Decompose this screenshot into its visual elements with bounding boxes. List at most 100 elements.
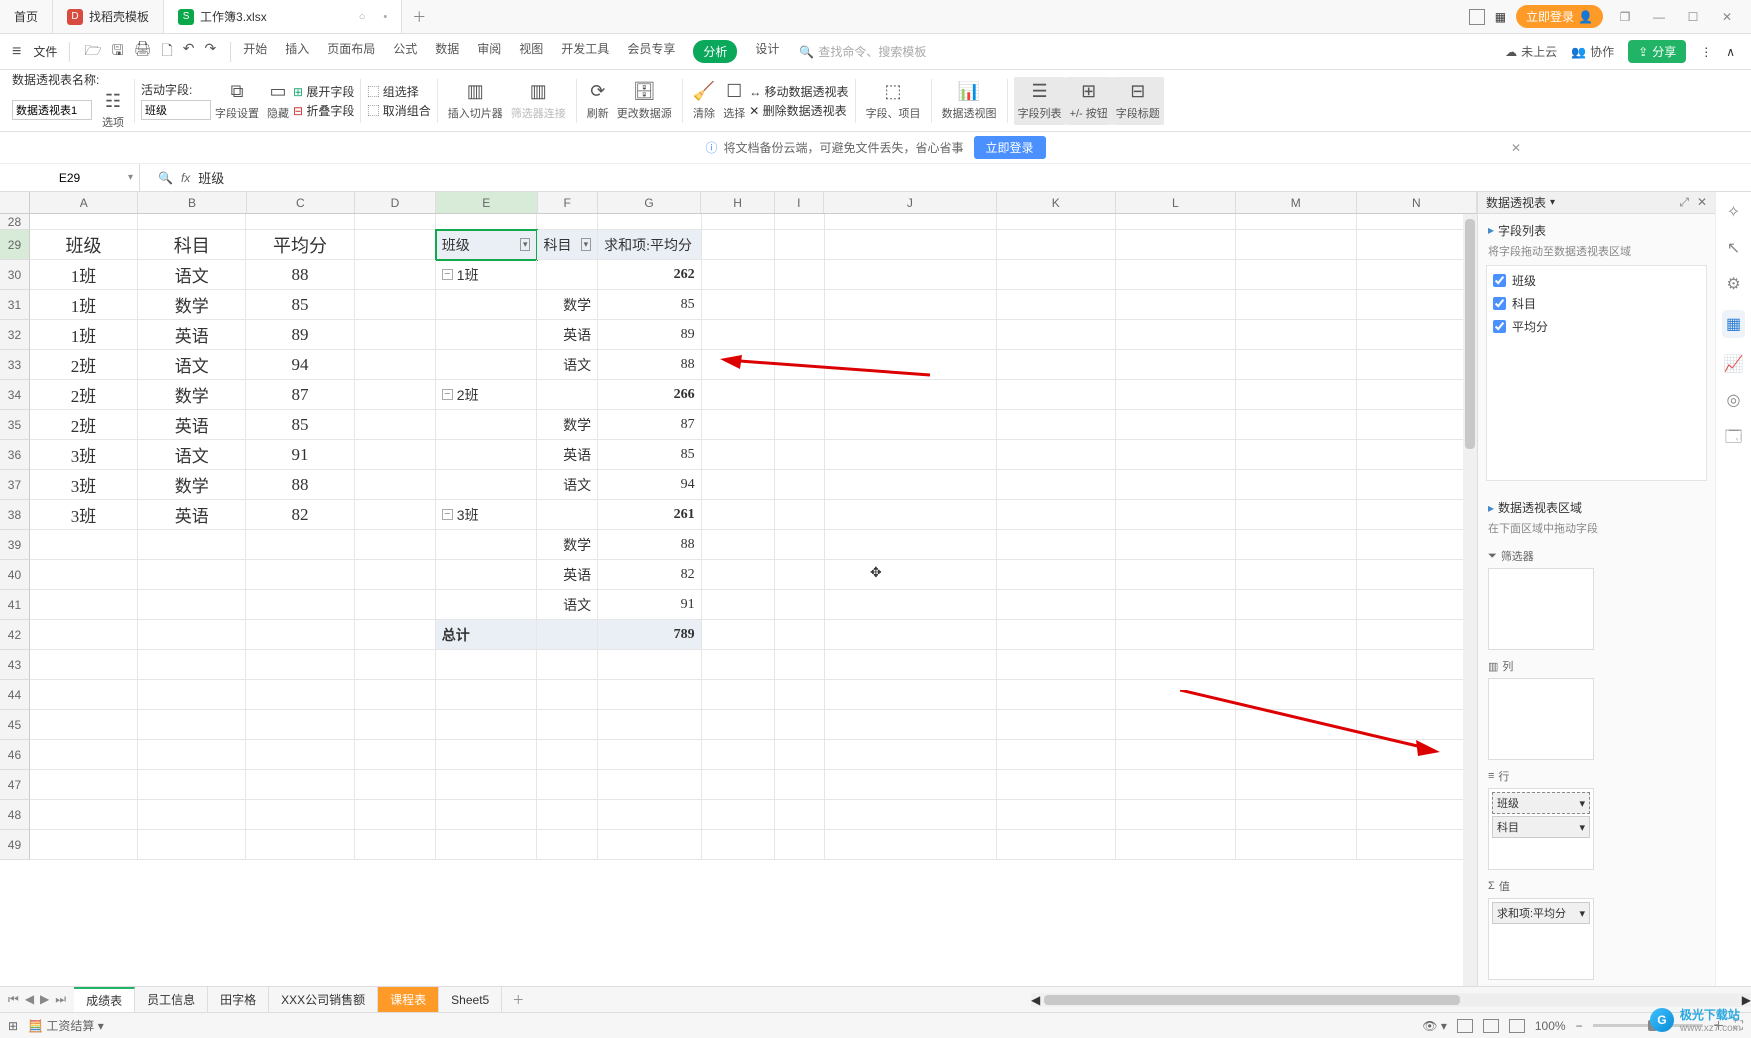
cell[interactable] bbox=[537, 680, 598, 710]
banner-login-button[interactable]: 立即登录 bbox=[974, 136, 1046, 159]
cell[interactable] bbox=[702, 440, 776, 470]
cell[interactable]: 语文 bbox=[138, 350, 246, 380]
cell[interactable] bbox=[246, 710, 354, 740]
cell[interactable] bbox=[138, 830, 246, 860]
formula-content[interactable]: 班级 bbox=[198, 168, 224, 187]
sheet-tab-4[interactable]: XXX公司销售额 bbox=[269, 987, 378, 1012]
cell[interactable] bbox=[825, 320, 998, 350]
cell[interactable]: 英语 bbox=[537, 560, 598, 590]
panel-pin-icon[interactable]: ⤢ bbox=[1679, 195, 1689, 210]
menu-start[interactable]: 开始 bbox=[243, 40, 267, 63]
row-header[interactable]: 37 bbox=[0, 470, 30, 500]
cell[interactable] bbox=[1357, 440, 1477, 470]
cell[interactable] bbox=[1236, 470, 1356, 500]
cell[interactable] bbox=[436, 530, 538, 560]
cell[interactable] bbox=[775, 830, 824, 860]
cell[interactable] bbox=[138, 800, 246, 830]
pvt-name-input[interactable] bbox=[12, 100, 92, 120]
name-box-dropdown-icon[interactable]: ▾ bbox=[128, 172, 133, 183]
cell[interactable] bbox=[355, 590, 436, 620]
view-break-icon[interactable] bbox=[1509, 1019, 1525, 1033]
cell[interactable]: 85 bbox=[598, 440, 702, 470]
cell[interactable] bbox=[1116, 380, 1236, 410]
cell[interactable]: 语文 bbox=[537, 590, 598, 620]
vertical-scrollbar[interactable] bbox=[1463, 214, 1477, 986]
banner-close-icon[interactable]: ✕ bbox=[1511, 141, 1521, 155]
cell[interactable]: 数学 bbox=[537, 410, 598, 440]
row-header[interactable]: 31 bbox=[0, 290, 30, 320]
cell[interactable] bbox=[997, 620, 1116, 650]
cell[interactable] bbox=[355, 230, 436, 260]
cell[interactable] bbox=[825, 350, 998, 380]
expand-field-button[interactable]: ⊞ 展开字段 bbox=[293, 83, 354, 100]
sheet-add-button[interactable]: ＋ bbox=[502, 991, 534, 1008]
cell[interactable] bbox=[1116, 500, 1236, 530]
cell[interactable] bbox=[537, 800, 598, 830]
cell[interactable] bbox=[1357, 650, 1477, 680]
sheet-tab-1[interactable]: 成绩表 bbox=[74, 987, 135, 1012]
cell[interactable] bbox=[1357, 680, 1477, 710]
cell[interactable] bbox=[1116, 214, 1236, 230]
collapse-icon[interactable]: − bbox=[442, 269, 453, 280]
cell[interactable]: 82 bbox=[598, 560, 702, 590]
cell[interactable] bbox=[1357, 500, 1477, 530]
cell[interactable] bbox=[355, 620, 436, 650]
cell[interactable] bbox=[702, 380, 776, 410]
insert-slicer-button[interactable]: ▥插入切片器 bbox=[444, 81, 507, 121]
col-header-J[interactable]: J bbox=[824, 192, 997, 213]
cell[interactable] bbox=[997, 830, 1116, 860]
cell[interactable] bbox=[1236, 620, 1356, 650]
cell[interactable] bbox=[598, 214, 702, 230]
cell[interactable] bbox=[775, 500, 824, 530]
cell[interactable]: 91 bbox=[598, 590, 702, 620]
cell[interactable]: 科目 bbox=[138, 230, 246, 260]
cell[interactable]: 1班 bbox=[30, 290, 138, 320]
cell[interactable] bbox=[1357, 560, 1477, 590]
cell[interactable] bbox=[1116, 230, 1236, 260]
cell[interactable] bbox=[1236, 680, 1356, 710]
cell[interactable] bbox=[997, 470, 1116, 500]
cell[interactable] bbox=[825, 560, 998, 590]
cell[interactable] bbox=[537, 500, 598, 530]
cell[interactable] bbox=[1116, 830, 1236, 860]
collapse-icon[interactable]: − bbox=[442, 389, 453, 400]
cell[interactable]: 91 bbox=[246, 440, 354, 470]
cell[interactable] bbox=[537, 710, 598, 740]
row-header[interactable]: 28 bbox=[0, 214, 30, 230]
col-header-F[interactable]: F bbox=[538, 192, 598, 213]
window-restore-icon[interactable]: ❐ bbox=[1613, 10, 1637, 24]
cell[interactable]: 数学 bbox=[138, 380, 246, 410]
cell[interactable] bbox=[1357, 740, 1477, 770]
cell[interactable] bbox=[1357, 350, 1477, 380]
row-chip[interactable]: 科目▾ bbox=[1492, 816, 1590, 838]
cell[interactable]: 94 bbox=[598, 470, 702, 500]
cell[interactable] bbox=[1116, 710, 1236, 740]
cell[interactable] bbox=[138, 214, 246, 230]
cell[interactable] bbox=[825, 710, 998, 740]
sheet-tab-6[interactable]: Sheet5 bbox=[439, 987, 502, 1012]
cell[interactable]: 英语 bbox=[138, 320, 246, 350]
cell[interactable] bbox=[537, 260, 598, 290]
cell[interactable]: −3班 bbox=[436, 500, 538, 530]
cell[interactable] bbox=[775, 470, 824, 500]
cell[interactable]: 语文 bbox=[138, 440, 246, 470]
cell[interactable] bbox=[997, 500, 1116, 530]
cell[interactable] bbox=[997, 650, 1116, 680]
cell[interactable]: 261 bbox=[598, 500, 702, 530]
rail-select-icon[interactable]: ↖ bbox=[1727, 238, 1740, 258]
col-header-D[interactable]: D bbox=[355, 192, 436, 213]
cell[interactable] bbox=[702, 830, 776, 860]
cell[interactable] bbox=[702, 410, 776, 440]
cell[interactable] bbox=[702, 560, 776, 590]
col-header-M[interactable]: M bbox=[1236, 192, 1356, 213]
row-header[interactable]: 42 bbox=[0, 620, 30, 650]
cell[interactable] bbox=[1236, 230, 1356, 260]
cell[interactable] bbox=[355, 770, 436, 800]
menu-review[interactable]: 审阅 bbox=[477, 40, 501, 63]
cell[interactable] bbox=[1116, 440, 1236, 470]
cell[interactable] bbox=[138, 530, 246, 560]
qat-open-icon[interactable]: 🗁 bbox=[84, 40, 101, 64]
row-header[interactable]: 45 bbox=[0, 710, 30, 740]
cell[interactable] bbox=[537, 214, 598, 230]
col-header-G[interactable]: G bbox=[598, 192, 702, 213]
